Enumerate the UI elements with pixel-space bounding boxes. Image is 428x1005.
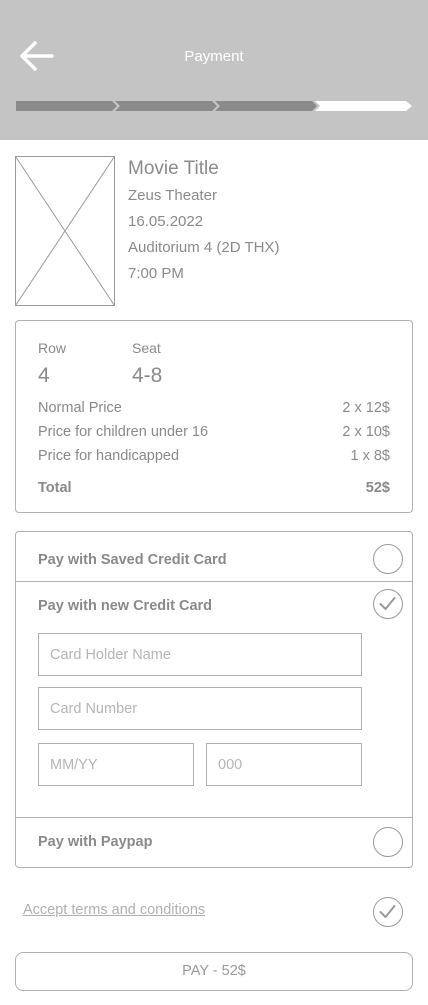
- auditorium: Auditorium 4 (2D THX): [128, 239, 280, 256]
- total-label: Total: [38, 480, 72, 496]
- price-row: Normal Price 2 x 12$: [38, 400, 390, 420]
- terms-checkbox[interactable]: [373, 897, 403, 927]
- paypal-option-label[interactable]: Pay with Paypap: [38, 834, 152, 850]
- movie-poster-placeholder-icon: [15, 156, 115, 306]
- price-label: Price for handicapped: [38, 448, 180, 464]
- price-label: Normal Price: [38, 400, 122, 416]
- price-value: 1 x 8$: [350, 448, 391, 464]
- price-row: Price for children under 16 2 x 10$: [38, 424, 390, 444]
- card-holder-input[interactable]: [38, 633, 362, 676]
- step-progress-bar: [16, 101, 412, 111]
- paypal-radio[interactable]: [373, 827, 403, 857]
- ticket-summary: Row 4 Seat 4-8 Normal Price 2 x 12$ Pric…: [15, 320, 413, 513]
- expiry-input[interactable]: [38, 743, 194, 786]
- cvc-input[interactable]: [206, 743, 362, 786]
- total-value: 52$: [365, 480, 390, 496]
- price-row: Price for handicapped 1 x 8$: [38, 448, 390, 468]
- movie-info: Movie Title Zeus Theater 16.05.2022 Audi…: [15, 156, 413, 306]
- divider: [16, 817, 412, 818]
- price-label: Price for children under 16: [38, 424, 209, 440]
- price-value: 2 x 10$: [342, 424, 390, 440]
- checkmark-icon: [379, 905, 396, 918]
- pay-button[interactable]: PAY - 52$: [15, 952, 413, 991]
- show-date: 16.05.2022: [128, 213, 204, 230]
- row-label: Row: [38, 340, 67, 356]
- divider: [16, 581, 412, 582]
- progress-step-4: [315, 101, 412, 111]
- theater-name: Zeus Theater: [128, 187, 217, 204]
- progress-step-3: [215, 101, 317, 111]
- row-value: 4: [38, 364, 50, 387]
- price-value: 2 x 12$: [342, 400, 390, 416]
- saved-card-option-label[interactable]: Pay with Saved Credit Card: [38, 552, 227, 568]
- checkmark-icon: [379, 597, 396, 610]
- card-number-input[interactable]: [38, 687, 362, 730]
- progress-step-1: [16, 101, 117, 111]
- saved-card-radio[interactable]: [373, 544, 403, 574]
- seat-label: Seat: [132, 340, 161, 356]
- progress-step-2: [115, 101, 217, 111]
- new-card-option-label[interactable]: Pay with new Credit Card: [38, 598, 212, 614]
- payment-methods: Pay with Saved Credit Card Pay with new …: [15, 531, 413, 868]
- total-row: Total 52$: [38, 480, 390, 500]
- page-title: Payment: [184, 48, 244, 65]
- show-time: 7:00 PM: [128, 265, 184, 282]
- new-card-radio[interactable]: [373, 589, 403, 619]
- seat-value: 4-8: [132, 364, 163, 387]
- app-header: Payment: [0, 0, 428, 140]
- terms-link[interactable]: Accept terms and conditions: [23, 902, 205, 918]
- movie-title: Movie Title: [128, 158, 219, 179]
